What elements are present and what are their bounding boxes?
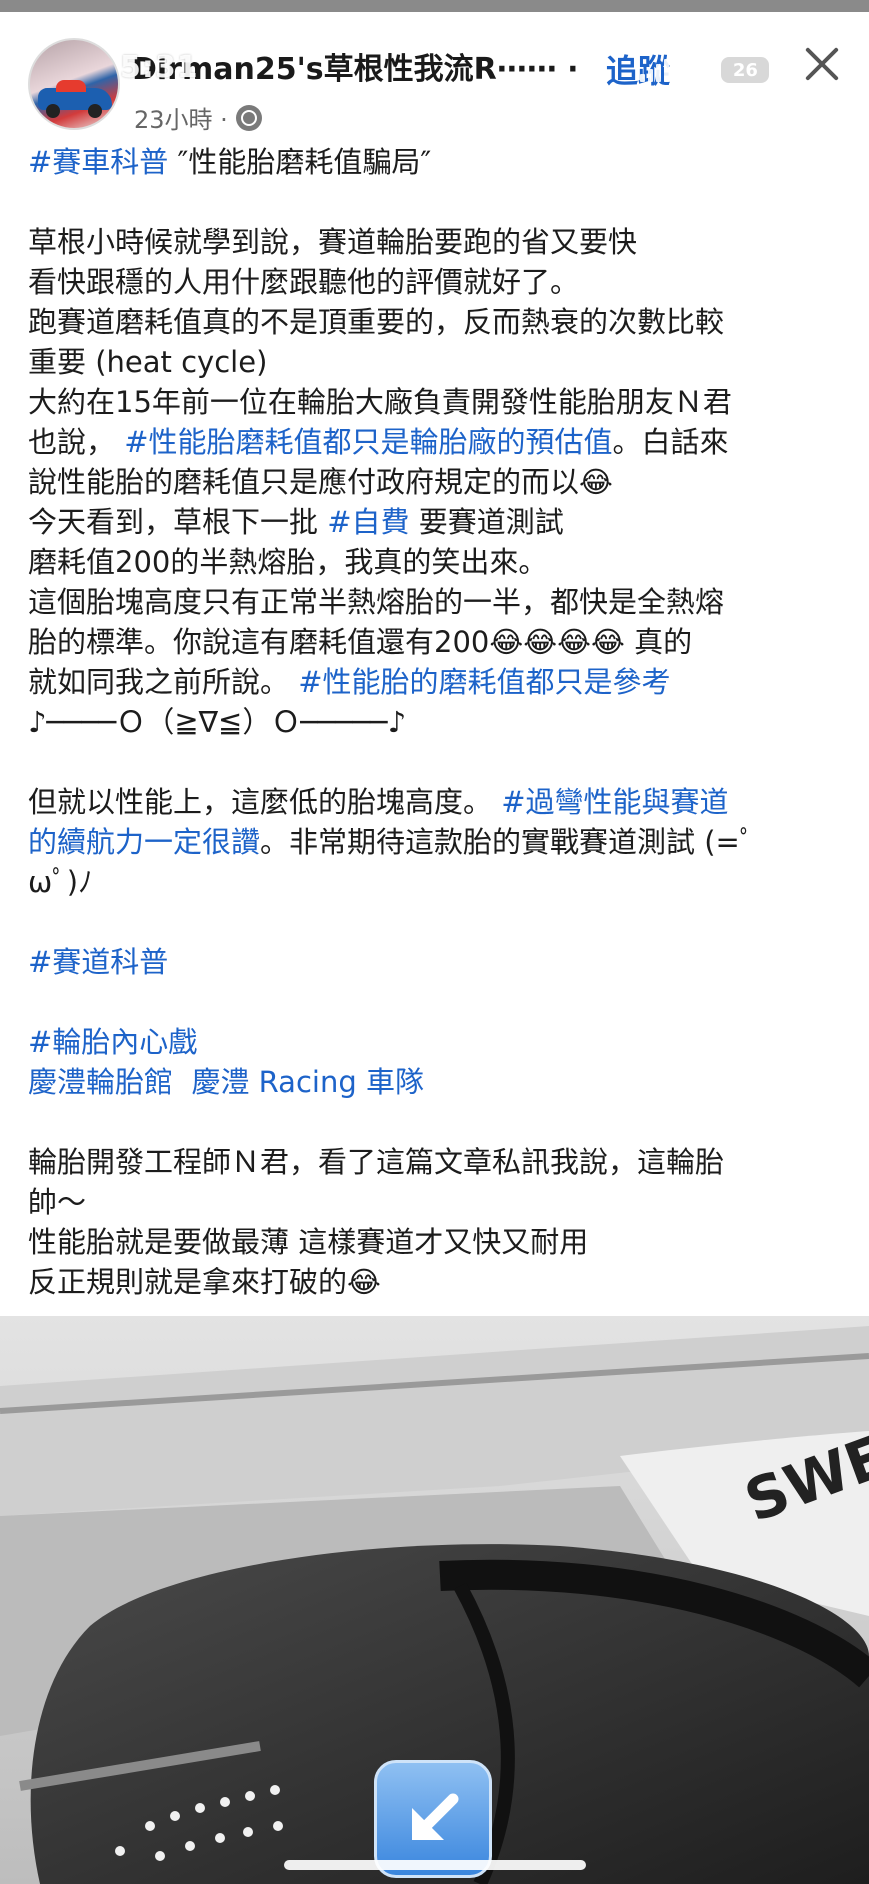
post-line: 重要 (heat cycle)	[28, 345, 268, 379]
hashtag-link[interactable]: #性能胎磨耗值都只是輪胎廠的預估值	[124, 425, 612, 459]
signal-icon	[640, 58, 669, 82]
page-mention-link[interactable]: 慶澧 Racing 車隊	[191, 1065, 424, 1099]
post-line: 大約在15年前一位在輪胎大廠負責開發性能胎朋友Ｎ君	[28, 385, 732, 419]
post-line: 磨耗值200的半熱熔胎，我真的笑出來。	[28, 545, 548, 579]
post-header: Dirman25's草根性我流R⋯⋯ · 5:31 追蹤 5G 26 23小時 …	[0, 12, 869, 135]
post-line: 慶澧輪胎館 慶澧 Racing 車隊	[28, 1062, 848, 1102]
hashtag-link[interactable]: #性能胎的磨耗值都只是參考	[298, 665, 670, 699]
post-line: ♪────Ｏ（≧∇≦）Ｏ─────♪	[28, 705, 407, 739]
post-line: 性能胎就是要做最薄 這樣賽道才又快又耐用	[28, 1225, 589, 1259]
post-line: 說性能胎的磨耗值只是應付政府規定的而以😂	[28, 465, 613, 499]
post-line: 也說， #性能胎磨耗值都只是輪胎廠的預估值。白話來	[28, 422, 848, 462]
status-time: 5:31	[120, 50, 199, 85]
status-indicators: 5G 26	[640, 56, 770, 84]
post-line: 輪胎開發工程師Ｎ君，看了這篇文章私訊我說，這輪胎	[28, 1145, 725, 1179]
hashtag-link[interactable]: #過彎性能與賽道	[501, 785, 728, 819]
avatar-wheel	[46, 104, 60, 118]
avatar-wheel	[88, 104, 102, 118]
post-text: 要賽道測試	[409, 505, 564, 539]
post-text: 。白話來	[612, 425, 729, 459]
post-text: 。非常期待這款胎的實戰賽道測試 (=ﾟ	[260, 825, 755, 859]
hashtag-link[interactable]: #賽道科普	[28, 945, 168, 979]
globe-icon	[235, 104, 262, 131]
post-line: 胎的標準。你說這有磨耗值還有200😂😂😂😂 真的	[28, 625, 693, 659]
post-line: 看快跟穩的人用什麼跟聽他的評價就好了。	[28, 265, 580, 299]
post-line: #賽車科普 ″性能胎磨耗值騙局″	[28, 142, 848, 182]
post-line: 帥～	[28, 1185, 87, 1219]
close-icon[interactable]	[800, 42, 844, 86]
hashtag-link[interactable]: 的續航力一定很讚	[28, 825, 260, 859]
top-bar	[0, 0, 869, 12]
post-line: 草根小時候就學到說，賽道輪胎要跑的省又要快	[28, 225, 638, 259]
post-line: 跑賽道磨耗值真的不是頂重要的，反而熱衰的次數比較	[28, 305, 725, 339]
post-body: #賽車科普 ″性能胎磨耗值騙局″ 草根小時候就學到說，賽道輪胎要跑的省又要快 看…	[28, 142, 848, 1302]
post-meta: 23小時 ·	[134, 100, 262, 135]
post-line: #賽道科普	[28, 942, 848, 982]
post-text: 但就以性能上，這麼低的胎塊高度。	[28, 785, 502, 819]
post-text: 也說，	[28, 425, 125, 459]
post-line: 但就以性能上，這麼低的胎塊高度。 #過彎性能與賽道	[28, 782, 848, 822]
network-type: 5G	[677, 56, 714, 84]
post-timestamp: 23小時 ·	[134, 106, 228, 134]
hashtag-link[interactable]: #賽車科普	[28, 145, 168, 179]
post-text: 就如同我之前所說。	[28, 665, 299, 699]
hashtag-link[interactable]: #輪胎內心戲	[28, 1025, 197, 1059]
battery-level: 26	[732, 59, 758, 81]
post-line: 反正規則就是拿來打破的😂	[28, 1265, 381, 1299]
post-line: #輪胎內心戲	[28, 1022, 848, 1062]
post-line: 這個胎塊高度只有正常半熱熔胎的一半，都快是全熱熔	[28, 585, 725, 619]
post-text: ″性能胎磨耗值騙局″	[168, 145, 432, 179]
page-avatar[interactable]	[28, 38, 120, 130]
post-text: 今天看到，草根下一批	[28, 505, 328, 539]
post-line: 就如同我之前所說。 #性能胎的磨耗值都只是參考	[28, 662, 848, 702]
post-line: ωﾟ)ﾉ	[28, 865, 93, 899]
hashtag-link[interactable]: #自費	[327, 505, 409, 539]
page-mention-link[interactable]: 慶澧輪胎館	[28, 1065, 173, 1099]
home-indicator[interactable]	[284, 1860, 586, 1870]
arrow-down-left-icon	[412, 1793, 459, 1840]
post-line: 的續航力一定很讚。非常期待這款胎的實戰賽道測試 (=ﾟ	[28, 822, 848, 862]
battery-icon: 26	[721, 57, 770, 83]
post-line: 今天看到，草根下一批 #自費 要賽道測試	[28, 502, 848, 542]
